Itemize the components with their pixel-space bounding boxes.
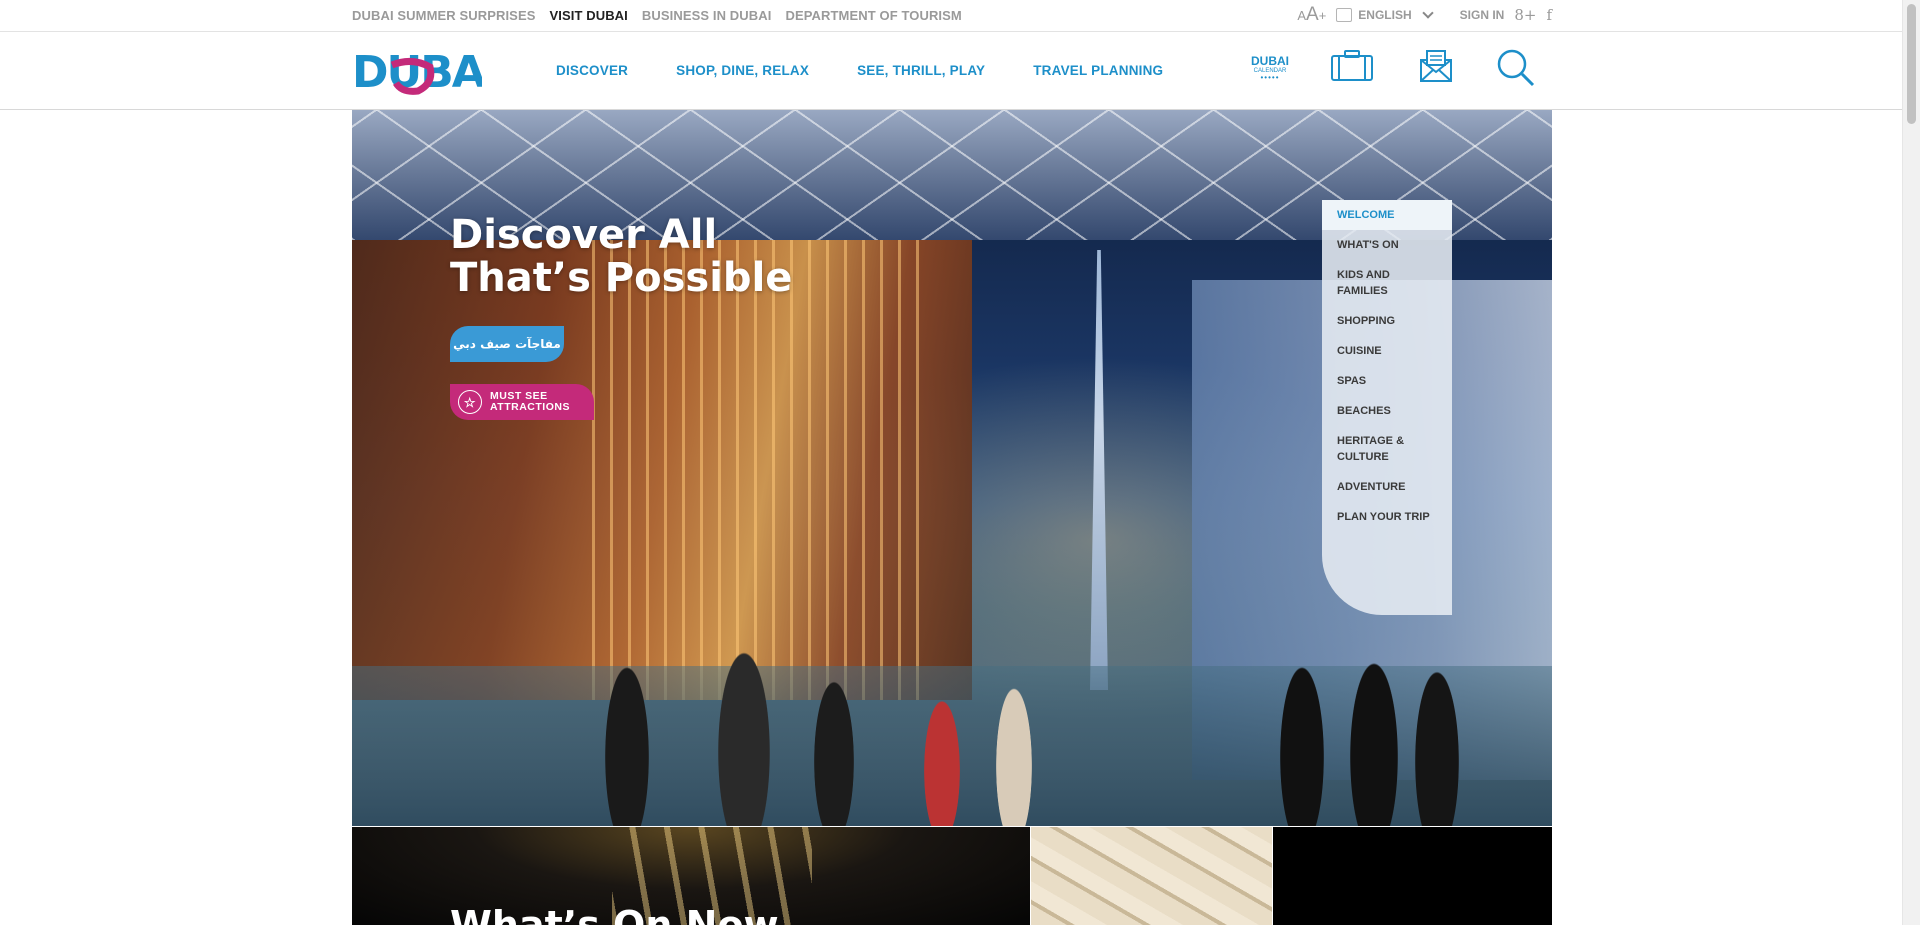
side-menu-item-welcome[interactable]: WELCOME [1322,200,1452,230]
summer-surprises-arabic-button[interactable]: مفاجآت صيف دبي [450,326,564,362]
hero-side-menu: WELCOME WHAT'S ON KIDS AND FAMILIES SHOP… [1322,200,1452,615]
side-menu-item-shopping[interactable]: SHOPPING [1322,306,1452,336]
dark-teaser-tile[interactable] [1273,827,1552,925]
hero-banner: Discover All That’s Possible مفاجآت صيف … [352,110,1552,826]
font-size-small: A [1297,8,1307,23]
scrollbar-thumb[interactable] [1907,4,1916,124]
calendar-dots: ••••• [1260,73,1280,82]
suitcase-icon[interactable] [1330,48,1374,82]
hero-title-line1: Discover All [450,212,718,258]
side-menu-item-adventure[interactable]: ADVENTURE [1322,472,1452,502]
hero-title: Discover All That’s Possible [450,214,792,300]
hero-visitors [582,596,1482,826]
language-label: ENGLISH [1358,8,1412,22]
font-size-large: A [1306,4,1319,25]
dubai-calendar-button[interactable]: DUBAI CALENDAR ••••• [1250,54,1290,82]
whats-on-teaser[interactable]: What’s On Now [352,827,1030,925]
dining-teaser-image[interactable] [1031,827,1272,925]
side-menu-item-spas[interactable]: SPAS [1322,366,1452,396]
nav-see-thrill-play[interactable]: SEE, THRILL, PLAY [857,63,985,78]
dubai-logo[interactable]: DUBAI [352,47,482,95]
attractions-line2: ATTRACTIONS [490,401,570,413]
newsletter-icon[interactable] [1418,48,1454,84]
must-see-attractions-button[interactable]: ☆ MUST SEE ATTRACTIONS [450,384,594,420]
utility-link-summer-surprises[interactable]: DUBAI SUMMER SURPRISES [352,8,536,23]
font-size-plus: + [1318,8,1327,23]
font-size-control[interactable]: AA+ [1297,4,1326,26]
facebook-icon[interactable]: f [1546,6,1552,24]
side-menu-item-cuisine[interactable]: CUISINE [1322,336,1452,366]
utility-bar: DUBAI SUMMER SURPRISES VISIT DUBAI BUSIN… [0,0,1902,32]
utility-links: DUBAI SUMMER SURPRISES VISIT DUBAI BUSIN… [352,8,962,23]
sign-in-link[interactable]: SIGN IN [1460,8,1505,22]
side-menu-item-heritage-culture[interactable]: HERITAGE & CULTURE [1322,426,1452,472]
calendar-line1: DUBAI [1251,54,1289,68]
attractions-label: MUST SEE ATTRACTIONS [490,391,570,413]
side-menu-item-beaches[interactable]: BEACHES [1322,396,1452,426]
chevron-down-icon [1421,7,1434,19]
language-select[interactable]: ENGLISH [1336,7,1434,22]
nav-discover[interactable]: DISCOVER [556,63,628,78]
page-scrollbar[interactable] [1902,0,1920,925]
utility-bar-inner: DUBAI SUMMER SURPRISES VISIT DUBAI BUSIN… [352,0,1552,32]
nav-shop-dine-relax[interactable]: SHOP, DINE, RELAX [676,63,809,78]
main-header: DUBAI DISCOVER SHOP, DINE, RELAX SEE, TH… [0,33,1902,110]
utility-link-tourism[interactable]: DEPARTMENT OF TOURISM [785,8,961,23]
whats-on-title: What’s On Now [450,903,779,925]
search-icon[interactable] [1496,48,1536,88]
nav-travel-planning[interactable]: TRAVEL PLANNING [1033,63,1163,78]
star-icon: ☆ [458,390,482,414]
google-plus-icon[interactable]: 8+ [1514,6,1536,24]
teaser-row: What’s On Now [352,827,1552,925]
utility-link-business[interactable]: BUSINESS IN DUBAI [642,8,772,23]
hero-title-line2: That’s Possible [450,255,793,301]
main-nav: DISCOVER SHOP, DINE, RELAX SEE, THRILL, … [556,63,1163,78]
language-icon [1336,8,1353,22]
utility-right: AA+ ENGLISH SIGN IN 8+ f [1297,4,1552,26]
utility-link-visit-dubai[interactable]: VISIT DUBAI [550,8,628,23]
side-menu-item-whats-on[interactable]: WHAT'S ON [1322,230,1452,260]
side-menu-list: WELCOME WHAT'S ON KIDS AND FAMILIES SHOP… [1322,200,1452,532]
side-menu-item-kids-families[interactable]: KIDS AND FAMILIES [1322,260,1452,306]
side-menu-item-plan-trip[interactable]: PLAN YOUR TRIP [1322,502,1452,532]
